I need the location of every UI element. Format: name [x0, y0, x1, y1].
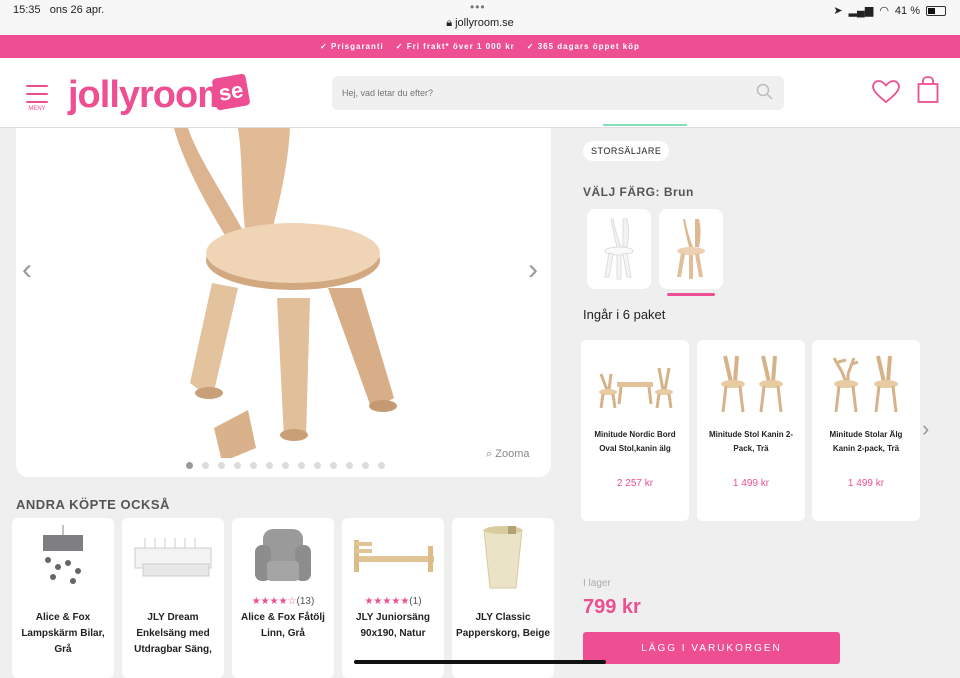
product-thumb: [452, 518, 554, 596]
product-image: [174, 128, 397, 458]
ios-status-bar: 15:35 ons 26 apr. ••• 🔒︎ jollyroom.se ➤ …: [0, 0, 960, 35]
gallery-dots[interactable]: [186, 462, 385, 469]
search-icon[interactable]: [756, 83, 774, 106]
address-bar[interactable]: 🔒︎ jollyroom.se: [0, 17, 960, 30]
multitask-dots[interactable]: •••: [470, 0, 486, 14]
zoom-search-icon: ⌕: [486, 448, 493, 460]
battery-icon: [926, 5, 946, 16]
rec-card-junior-bed[interactable]: ★★★★★(1) JLY Juniorsäng 90x190, Natur: [342, 518, 444, 678]
logo-badge: se: [211, 73, 251, 111]
rating-stars-partial: [603, 124, 687, 128]
packages-next-chevron-icon[interactable]: ›: [922, 416, 929, 442]
promo-price-guarantee: ✓ Prisgaranti: [320, 42, 384, 51]
menu-label: MENY: [28, 106, 46, 112]
rec-card-armchair[interactable]: ★★★★☆(13) Alice & Fox Fåtölj Linn, Grå: [232, 518, 334, 678]
hamburger-icon: [26, 85, 48, 87]
status-right: ➤ ▂▄▆ ◠ 41 %: [833, 4, 946, 17]
package-thumb: [812, 340, 920, 428]
status-time: 15:35 ons 26 apr.: [13, 4, 105, 16]
package-name: Minitude Stol Kanin 2-Pack, Trä: [709, 430, 793, 453]
product-thumb: [12, 518, 114, 596]
package-price: 2 257 kr: [616, 478, 654, 489]
product-gallery[interactable]: ‹ › ⌕ Zooma: [16, 128, 551, 477]
package-card[interactable]: Minitude Stol Kanin 2-Pack, Trä 1 499 kr: [697, 340, 805, 521]
zoom-button[interactable]: ⌕ Zooma: [486, 448, 529, 461]
rec-card-lampshade[interactable]: Alice & Fox Lampskärm Bilar, Grå: [12, 518, 114, 678]
color-picker-label: VÄLJ FÄRG: Brun: [583, 185, 694, 199]
rating-stars: ★★★★★(1): [364, 596, 422, 607]
product-thumb: [232, 518, 334, 596]
color-swatch-brown[interactable]: [659, 209, 723, 289]
package-price: 1 499 kr: [732, 478, 770, 489]
rec-name: JLY Juniorsäng 90x190, Natur: [356, 612, 430, 639]
bestseller-badge: STORSÄLJARE: [583, 141, 670, 161]
package-thumb: [581, 340, 689, 428]
promo-free-shipping: ✓ Fri frakt* över 1 000 kr: [395, 42, 515, 51]
package-card[interactable]: Minitude Nordic Bord Oval Stol,kanin älg…: [581, 340, 689, 521]
stock-status: I lager: [583, 578, 611, 589]
package-name: Minitude Stolar Älg Kanin 2-pack, Trä: [829, 430, 903, 453]
location-icon: ➤: [833, 5, 843, 17]
package-thumb: [697, 340, 805, 428]
signal-icon: ▂▄▆: [848, 5, 874, 17]
also-bought-title: ANDRA KÖPTE OCKSÅ: [16, 497, 170, 512]
package-card[interactable]: Minitude Stolar Älg Kanin 2-pack, Trä 1 …: [812, 340, 920, 521]
color-swatch-white[interactable]: [587, 209, 651, 289]
lock-icon: 🔒︎: [446, 17, 453, 29]
logo[interactable]: jollyroom: [68, 74, 231, 117]
rec-name: JLY Classic Papperskorg, Beige: [456, 612, 550, 639]
rec-name: JLY Dream Enkelsäng med Utdragbar Säng,: [134, 612, 212, 655]
url-text: jollyroom.se: [455, 17, 514, 29]
wifi-icon: ◠: [879, 5, 889, 17]
package-price: 1 499 kr: [847, 478, 885, 489]
search-box[interactable]: [332, 76, 784, 110]
rec-card-wastebasket[interactable]: JLY Classic Papperskorg, Beige: [452, 518, 554, 678]
rec-name: Alice & Fox Fåtölj Linn, Grå: [241, 612, 325, 639]
packages-title: Ingår i 6 paket: [583, 307, 666, 322]
home-indicator[interactable]: [354, 660, 606, 664]
selected-swatch-indicator: [667, 293, 715, 296]
product-thumb: [342, 518, 444, 596]
battery-percent: 41 %: [894, 4, 920, 17]
site-header: MENY jollyroom se: [0, 58, 960, 128]
product-thumb: [122, 518, 224, 596]
rating-stars: ★★★★☆(13): [251, 596, 315, 607]
cart-bag-icon[interactable]: [917, 76, 939, 109]
wishlist-heart-icon[interactable]: [872, 80, 900, 109]
promo-bar: ✓ Prisgaranti ✓ Fri frakt* över 1 000 kr…: [0, 35, 960, 58]
rec-card-bed[interactable]: JLY Dream Enkelsäng med Utdragbar Säng,: [122, 518, 224, 678]
add-to-cart-button[interactable]: LÄGG I VARUKORGEN: [583, 632, 840, 664]
package-name: Minitude Nordic Bord Oval Stol,kanin älg: [594, 430, 676, 453]
promo-open-purchase: ✓ 365 dagars öppet köp: [526, 42, 640, 51]
menu-button[interactable]: MENY: [26, 85, 48, 112]
rec-name: Alice & Fox Lampskärm Bilar, Grå: [21, 612, 105, 655]
product-price: 799 kr: [583, 596, 641, 618]
search-input[interactable]: [332, 76, 732, 110]
